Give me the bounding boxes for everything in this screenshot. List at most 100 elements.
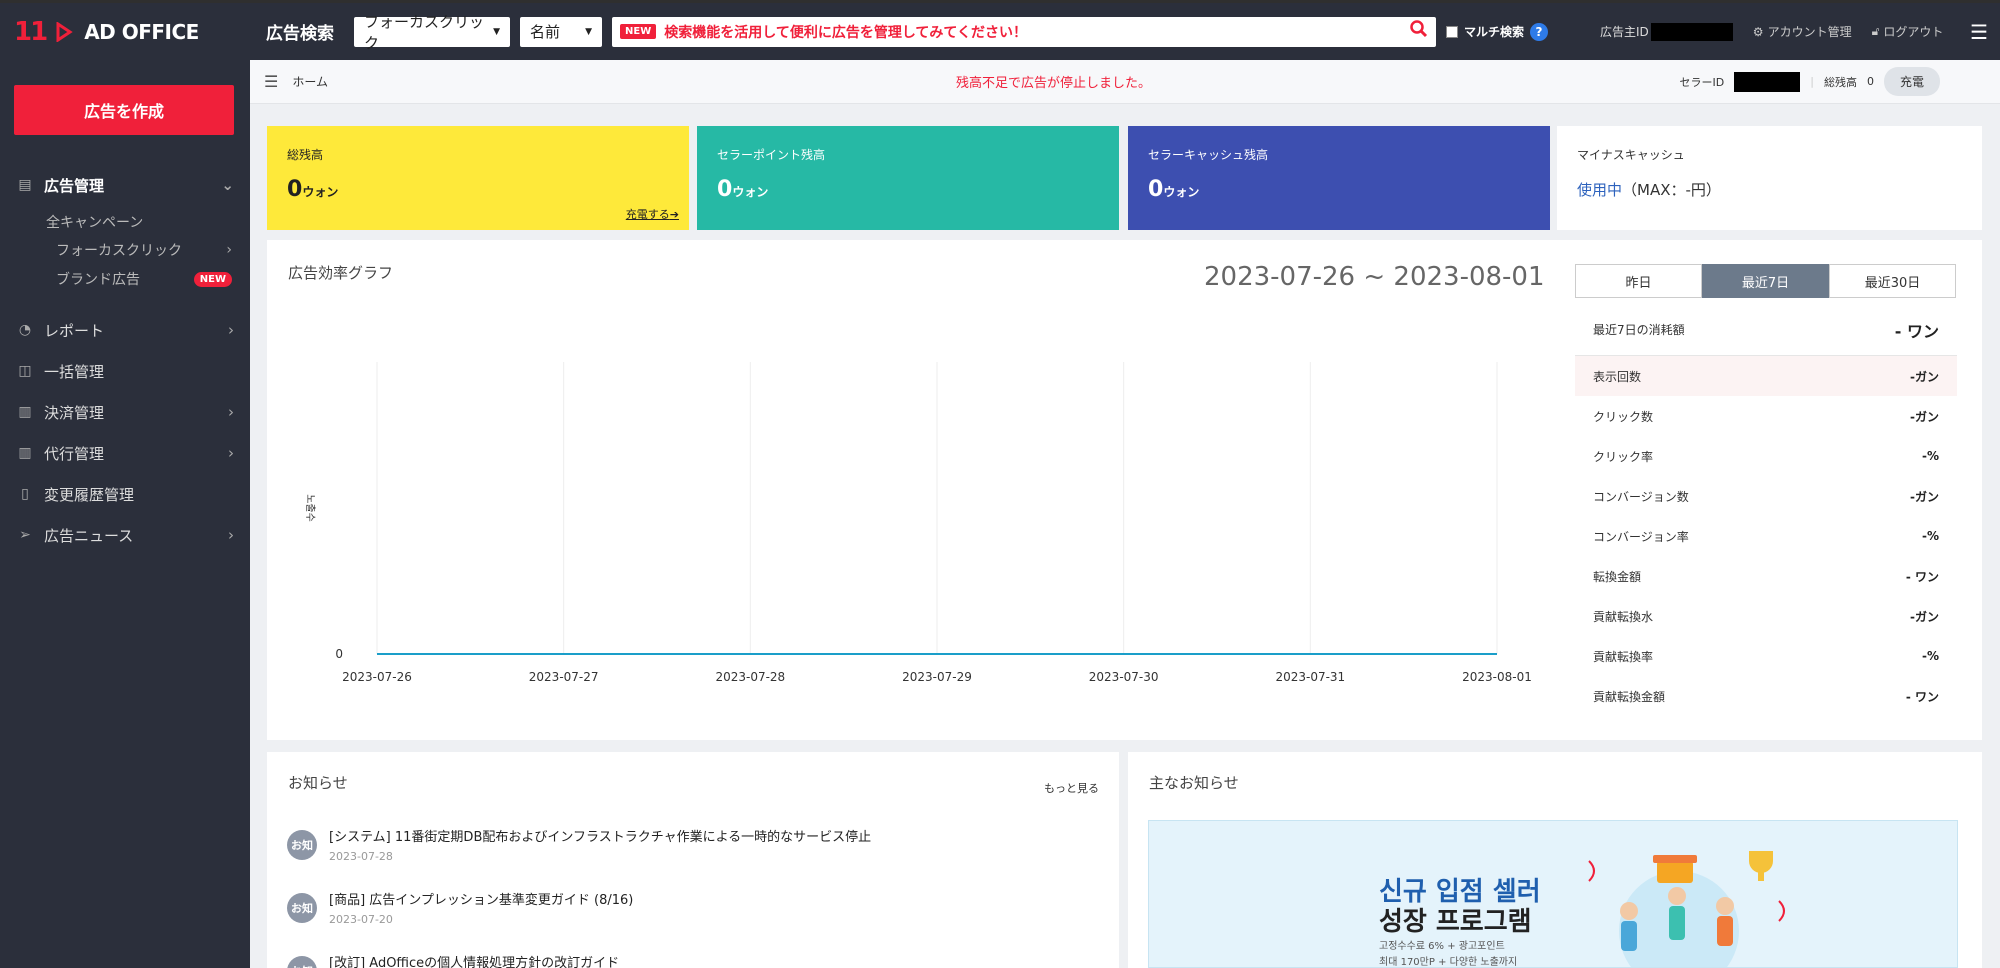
sidebar-subitem-all-campaigns[interactable]: 全キャンペーン bbox=[46, 212, 236, 232]
notice-text: [商品] 広告インプレッション基準変更ガイド (8/16) bbox=[329, 893, 634, 908]
search-field-value: 名前 bbox=[530, 23, 561, 41]
x-tick-label: 2023-07-29 bbox=[902, 670, 972, 684]
sidebar-subitem-focus-click[interactable]: フォーカスクリック › bbox=[56, 240, 232, 260]
stat-value: - ワン bbox=[1905, 569, 1939, 584]
account-settings-link[interactable]: ⚙ アカウント管理 bbox=[1753, 23, 1852, 40]
seller-id-label: セラーID bbox=[1679, 75, 1725, 89]
multi-search-toggle[interactable]: マルチ検索 ? bbox=[1446, 22, 1549, 41]
sidebar-item-history[interactable]: ▯ 変更履歴管理 bbox=[16, 482, 234, 506]
notice-text: [システム] 11番街定期DB配布およびインフラストラクチャ作業による一時的なサ… bbox=[329, 830, 872, 845]
total-balance-card: 総残高 0ウォン 充電する➔ bbox=[267, 126, 689, 230]
chevron-down-icon: ▼ bbox=[585, 26, 592, 37]
stat-label: クリック率 bbox=[1593, 449, 1654, 464]
chevron-right-icon: › bbox=[226, 242, 232, 258]
create-ad-button[interactable]: 広告を作成 bbox=[14, 85, 234, 135]
sidebar-item-bulk[interactable]: ◫ 一括管理 bbox=[16, 359, 234, 383]
banner-detail: 고정수수료 6% + 광고포인트 bbox=[1379, 941, 1505, 952]
sidebar-subitem-label: ブランド広告 bbox=[56, 272, 140, 288]
stat-value: -% bbox=[1921, 529, 1939, 543]
logo[interactable]: 11 AD OFFICE bbox=[0, 3, 250, 60]
sidebar-item-agency[interactable]: ▥ 代行管理 › bbox=[16, 441, 234, 465]
sidebar-item-payment[interactable]: ▥ 決済管理 › bbox=[16, 400, 234, 424]
stat-label: コンバージョン率 bbox=[1593, 529, 1689, 544]
sidebar-item-news[interactable]: ➢ 広告ニュース › bbox=[16, 523, 234, 547]
stat-value: -ガン bbox=[1910, 409, 1939, 424]
new-badge: NEW bbox=[620, 24, 657, 39]
seller-id-redacted bbox=[1734, 71, 1801, 92]
sidebar-item-label: 一括管理 bbox=[44, 362, 105, 381]
sidebar-item-ad-management[interactable]: ▤ 広告管理 ⌄ bbox=[16, 173, 234, 197]
period-tab[interactable]: 最近30日 bbox=[1829, 264, 1956, 298]
document-icon: ▥ bbox=[18, 445, 32, 461]
card-amount: 0 bbox=[1148, 177, 1164, 202]
period-tab[interactable]: 昨日 bbox=[1575, 264, 1702, 298]
divider: | bbox=[1810, 75, 1814, 88]
balance-alert: 残高不足で広告が停止しました。 bbox=[956, 76, 1152, 91]
paper-plane-icon: ➢ bbox=[19, 527, 31, 543]
notice-item[interactable]: お知 [商品] 広告インプレッション基準変更ガイド (8/16) 2023-07… bbox=[287, 889, 633, 926]
search-type-select[interactable]: フォーカスクリック ▼ bbox=[354, 13, 510, 52]
card-label: セラーポイント残高 bbox=[717, 148, 826, 162]
search-input[interactable]: NEW 検索機能を活用して便利に広告を管理してみてください！ bbox=[612, 16, 1436, 47]
period-tabs: 昨日 最近7日 最近30日 bbox=[1575, 264, 1956, 298]
breadcrumb-home[interactable]: ホーム bbox=[292, 73, 328, 90]
notice-text: [改訂] AdOfficeの個人情報処理方針の改訂ガイド bbox=[329, 956, 620, 968]
sidebar-item-report[interactable]: ◔ レポート › bbox=[16, 318, 234, 342]
sidebar-subitem-brand-ads[interactable]: ブランド広告 NEW bbox=[56, 269, 232, 289]
hamburger-menu-icon[interactable]: ☰ bbox=[1970, 20, 1988, 44]
multi-search-checkbox[interactable] bbox=[1446, 25, 1458, 38]
search-icon[interactable] bbox=[1410, 20, 1428, 43]
multi-search-label: マルチ検索 bbox=[1464, 25, 1525, 39]
notice-item[interactable]: お知 [システム] 11番街定期DB配布およびインフラストラクチャ作業による一時… bbox=[287, 826, 871, 863]
search-field-select[interactable]: 名前 ▼ bbox=[520, 16, 602, 47]
card-label: セラーキャッシュ残高 bbox=[1148, 148, 1269, 162]
minus-cash-usage: 使用中（MAX：-円） bbox=[1577, 179, 1962, 200]
stat-row: コンバージョン数 -ガン bbox=[1575, 476, 1957, 516]
x-tick-label: 2023-07-31 bbox=[1275, 670, 1345, 684]
stat-value: -ガン bbox=[1910, 609, 1939, 624]
notice-panel: お知らせ もっと見る お知 [システム] 11番街定期DB配布およびインフラスト… bbox=[267, 752, 1119, 968]
sidebar-item-label: レポート bbox=[44, 321, 105, 340]
usage-status: 使用中 bbox=[1577, 181, 1623, 199]
seller-info: セラーID | 総残高 0 充電 bbox=[1680, 67, 1940, 96]
logout-link[interactable]: 🔓︎ ログアウト bbox=[1872, 23, 1944, 40]
period-tab[interactable]: 最近7日 bbox=[1702, 264, 1829, 298]
card-amount: 0 bbox=[287, 177, 303, 202]
usage-max: （MAX：-円） bbox=[1622, 181, 1721, 199]
more-link[interactable]: もっと見る bbox=[1044, 780, 1099, 796]
logo-arrow-icon bbox=[56, 21, 73, 42]
help-icon[interactable]: ? bbox=[1530, 22, 1549, 41]
logo-mark: 11 bbox=[14, 16, 48, 47]
chevron-right-icon: › bbox=[228, 526, 234, 544]
stat-value: -% bbox=[1921, 649, 1939, 663]
sidebar-item-label: 広告管理 bbox=[44, 176, 105, 195]
advertiser-id-redacted bbox=[1650, 22, 1733, 41]
stat-row: 表示回数 -ガン bbox=[1575, 356, 1957, 396]
card-value: 0ウォン bbox=[717, 177, 1099, 202]
promo-banner[interactable]: 신규 입점 셀러 성장 프로그램 고정수수료 6% + 광고포인트 최대 170… bbox=[1148, 820, 1958, 968]
charge-link-label: 充電する bbox=[625, 208, 670, 221]
chevron-right-icon: › bbox=[228, 444, 234, 462]
charge-button[interactable]: 充電 bbox=[1883, 67, 1940, 96]
stat-label: コンバージョン数 bbox=[1593, 489, 1689, 504]
y-axis-label: 노출수 bbox=[304, 494, 316, 522]
stat-label: 表示回数 bbox=[1593, 369, 1642, 384]
x-tick-label: 2023-07-27 bbox=[529, 670, 599, 684]
card-label: 総残高 bbox=[287, 148, 324, 162]
ad-efficiency-panel: 広告効率グラフ 2023-07-26 ~ 2023-08-01 2023-07-… bbox=[267, 240, 1982, 740]
banner-detail: 최대 170만P + 다양한 노출까지 bbox=[1379, 957, 1518, 968]
x-tick-label: 2023-07-28 bbox=[715, 670, 785, 684]
notice-badge: お知 bbox=[287, 830, 317, 860]
menu-toggle-icon[interactable]: ☰ bbox=[264, 72, 278, 91]
ad-management-icon: ▤ bbox=[18, 177, 32, 193]
stat-row: 貢献転換金額 - ワン bbox=[1575, 676, 1957, 716]
banner-subheadline: 성장 프로그램 bbox=[1379, 907, 1532, 937]
stat-row: 貢献転換率 -% bbox=[1575, 636, 1957, 676]
card-unit: ウォン bbox=[302, 185, 339, 199]
search-placeholder: 検索機能を活用して便利に広告を管理してみてください！ bbox=[664, 24, 1027, 41]
charge-link[interactable]: 充電する➔ bbox=[626, 206, 679, 222]
bulk-edit-icon: ◫ bbox=[18, 363, 32, 379]
main-notice-panel: 主なお知らせ 신규 입점 셀러 성장 프로그램 고정수수료 6% + 광고포인트… bbox=[1128, 752, 1982, 968]
stat-value: -% bbox=[1921, 449, 1939, 463]
notice-item[interactable]: お知 [改訂] AdOfficeの個人情報処理方針の改訂ガイド bbox=[287, 952, 619, 968]
